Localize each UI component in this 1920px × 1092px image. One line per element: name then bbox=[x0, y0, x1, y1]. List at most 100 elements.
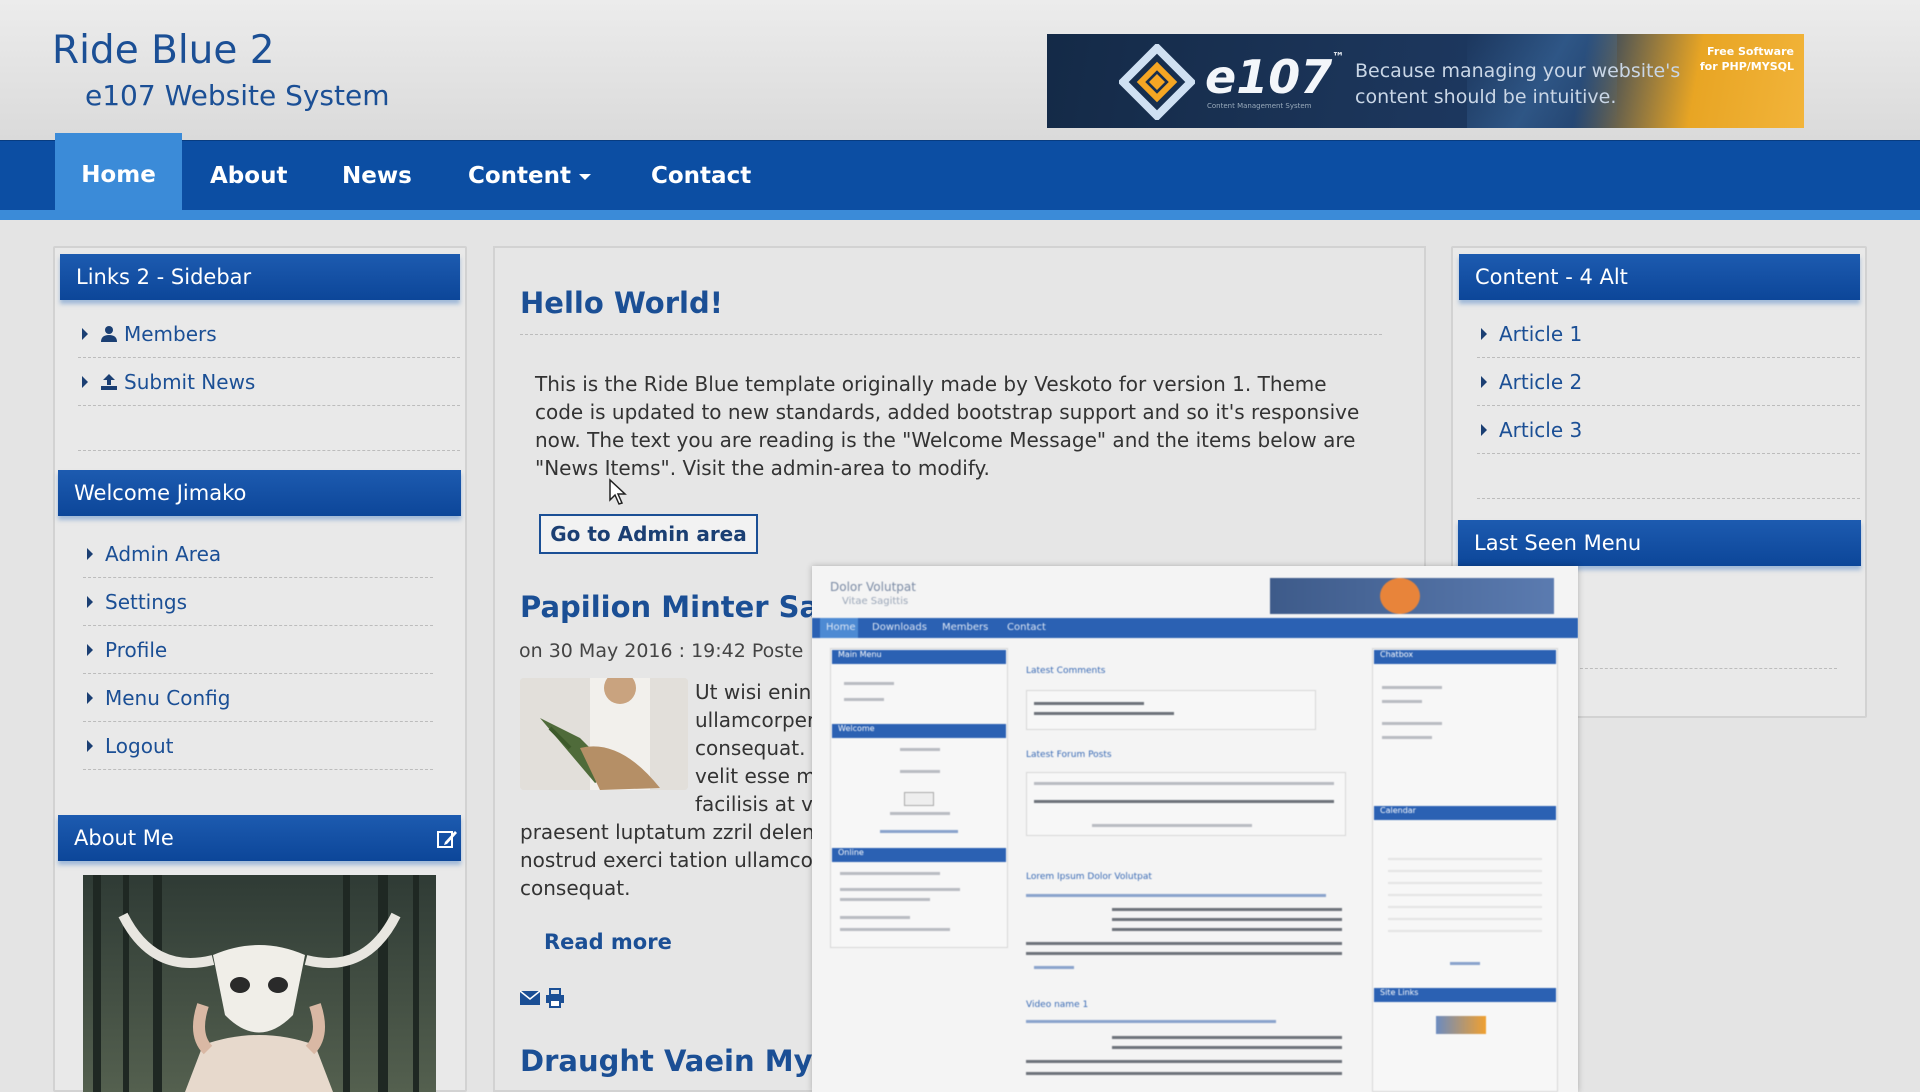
preview-line bbox=[1112, 908, 1342, 911]
sidebar-item-label: Members bbox=[124, 321, 217, 346]
preview-line bbox=[1450, 962, 1480, 965]
sidebar-item-profile[interactable]: Profile bbox=[83, 626, 433, 674]
preview-line bbox=[1034, 712, 1174, 715]
preview-line bbox=[840, 928, 950, 931]
nav-news[interactable]: News bbox=[342, 141, 412, 211]
nav-contact[interactable]: Contact bbox=[651, 141, 751, 211]
preview-line bbox=[840, 872, 940, 875]
sidebar-item-label: Article 1 bbox=[1499, 321, 1583, 346]
go-to-admin-button[interactable]: Go to Admin area bbox=[539, 514, 758, 554]
content-list: Article 1 Article 2 Article 3 bbox=[1477, 310, 1860, 454]
e107-logo-icon bbox=[1119, 44, 1195, 120]
preview-badge bbox=[1436, 1016, 1486, 1034]
welcome-panel-title: Welcome Jimako bbox=[58, 470, 461, 516]
excerpt-line: consequat. bbox=[695, 736, 806, 760]
edit-icon[interactable] bbox=[436, 828, 458, 850]
preview-left-title: Online bbox=[838, 848, 864, 857]
preview-line bbox=[1034, 782, 1334, 785]
banner-logo-text: e107™ bbox=[1205, 50, 1345, 104]
links-list: Members Submit News bbox=[78, 310, 460, 406]
welcome-line: "News Items". Visit the admin-area to mo… bbox=[535, 456, 990, 480]
preview-line bbox=[1034, 702, 1144, 705]
site-title[interactable]: Ride Blue 2 bbox=[52, 28, 275, 73]
preview-left-title: Welcome bbox=[838, 724, 875, 733]
preview-login-button bbox=[904, 792, 934, 806]
theme-preview-overlay[interactable]: Dolor Volutpat Vitae Sagittis Home Downl… bbox=[812, 566, 1578, 1092]
about-panel-title: About Me bbox=[58, 815, 461, 861]
welcome-line: now. The text you are reading is the "We… bbox=[535, 428, 1356, 452]
preview-line bbox=[1112, 918, 1342, 921]
sidebar-item-article-3[interactable]: Article 3 bbox=[1477, 406, 1860, 454]
sidebar-item-label: Menu Config bbox=[105, 685, 231, 710]
preview-nav-item: Home bbox=[826, 622, 856, 633]
welcome-title: Hello World! bbox=[520, 286, 723, 320]
caret-right-icon bbox=[1481, 423, 1487, 436]
preview-center-title: Lorem Ipsum Dolor Volutpat bbox=[1026, 872, 1152, 882]
preview-line bbox=[844, 698, 884, 701]
preview-line bbox=[1092, 824, 1252, 827]
sidebar-item-submit-news[interactable]: Submit News bbox=[78, 358, 460, 406]
mouse-cursor-icon bbox=[609, 478, 627, 505]
news-excerpt-full: praesent luptatum zzril delen nostrud ex… bbox=[520, 818, 815, 902]
excerpt-line: praesent luptatum zzril delen bbox=[520, 820, 815, 844]
excerpt-line: velit esse m bbox=[695, 764, 816, 788]
excerpt-line: facilisis at v bbox=[695, 792, 814, 816]
preview-line bbox=[900, 748, 940, 751]
preview-right-title: Chatbox bbox=[1380, 650, 1414, 659]
excerpt-line: ullamcorper bbox=[695, 708, 816, 732]
sidebar-item-members[interactable]: Members bbox=[78, 310, 460, 358]
user-icon bbox=[101, 325, 117, 342]
sidebar-item-label: Profile bbox=[105, 637, 168, 662]
nav-content-label: Content bbox=[468, 163, 572, 189]
caret-right-icon bbox=[87, 547, 93, 560]
about-panel-label: About Me bbox=[74, 826, 174, 850]
preview-line bbox=[1382, 736, 1432, 739]
preview-nav-item: Members bbox=[942, 622, 989, 633]
email-icon[interactable] bbox=[520, 990, 540, 1006]
welcome-message: This is the Ride Blue template originall… bbox=[535, 370, 1365, 482]
nav-content[interactable]: Content bbox=[468, 141, 592, 211]
print-icon[interactable] bbox=[545, 988, 565, 1008]
preview-line bbox=[1026, 1020, 1276, 1023]
sidebar-item-admin-area[interactable]: Admin Area bbox=[83, 530, 433, 578]
preview-comments-box bbox=[1026, 690, 1316, 730]
caret-right-icon bbox=[1481, 375, 1487, 388]
sidebar-item-article-2[interactable]: Article 2 bbox=[1477, 358, 1860, 406]
e107-banner[interactable]: e107™ Content Management System Because … bbox=[1047, 34, 1804, 128]
preview-line bbox=[1026, 894, 1326, 897]
preview-line bbox=[1034, 966, 1074, 969]
sidebar-item-label: Admin Area bbox=[105, 541, 222, 566]
caret-right-icon bbox=[82, 327, 88, 340]
sidebar-item-article-1[interactable]: Article 1 bbox=[1477, 310, 1860, 358]
news-thumbnail-image bbox=[520, 678, 688, 790]
preview-calendar-grid bbox=[1388, 852, 1542, 942]
sidebar-item-menu-config[interactable]: Menu Config bbox=[83, 674, 433, 722]
sidebar-item-settings[interactable]: Settings bbox=[83, 578, 433, 626]
preview-nav-item: Downloads bbox=[872, 622, 927, 633]
content-panel-title: Content - 4 Alt bbox=[1459, 254, 1860, 300]
banner-logo-caption: Content Management System bbox=[1207, 102, 1312, 110]
preview-line bbox=[890, 812, 950, 815]
preview-left-title: Main Menu bbox=[838, 650, 882, 659]
upload-icon bbox=[101, 373, 117, 390]
preview-center-title: Video name 1 bbox=[1026, 1000, 1089, 1010]
sidebar-item-label: Logout bbox=[105, 733, 174, 758]
divider bbox=[1477, 498, 1860, 499]
preview-line bbox=[840, 916, 910, 919]
news-title-2[interactable]: Draught Vaein Myn bbox=[520, 1044, 833, 1078]
last-seen-panel-title: Last Seen Menu bbox=[1458, 520, 1861, 566]
preview-center-title: Latest Comments bbox=[1026, 666, 1106, 676]
caret-right-icon bbox=[82, 375, 88, 388]
divider bbox=[78, 450, 460, 451]
news-thumbnail[interactable] bbox=[520, 678, 688, 790]
site-header: Ride Blue 2 e107 Website System e107™ Co… bbox=[0, 0, 1920, 140]
preview-right-title: Calendar bbox=[1380, 806, 1416, 815]
sidebar-item-logout[interactable]: Logout bbox=[83, 722, 433, 770]
nav-home[interactable]: Home bbox=[55, 133, 182, 211]
preview-line bbox=[844, 682, 894, 685]
excerpt-line: consequat. bbox=[520, 876, 631, 900]
nav-about[interactable]: About bbox=[210, 141, 287, 211]
read-more-link[interactable]: Read more bbox=[544, 930, 672, 954]
preview-line bbox=[1382, 686, 1442, 689]
news-title-1[interactable]: Papilion Minter Sav bbox=[520, 590, 838, 624]
